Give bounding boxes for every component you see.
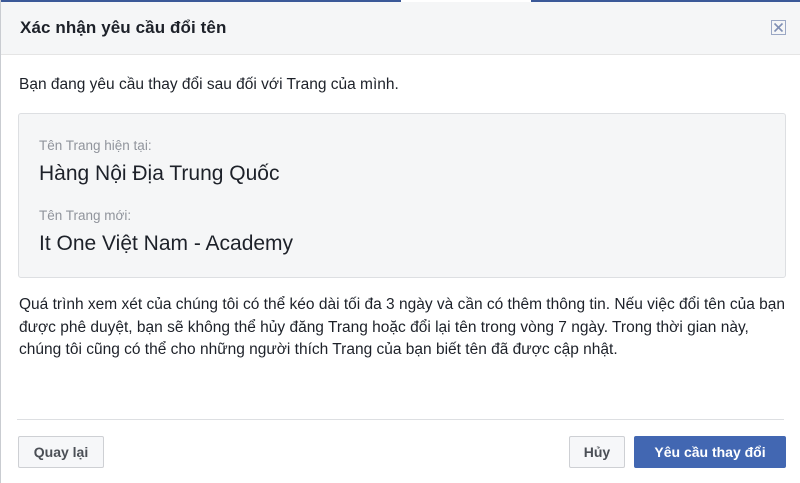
current-name-value: Hàng Nội Địa Trung Quốc — [39, 162, 280, 185]
close-button[interactable] — [771, 20, 786, 35]
footer-divider — [17, 419, 784, 420]
dialog-title: Xác nhận yêu cầu đổi tên — [20, 18, 227, 37]
intro-text: Bạn đang yêu cầu thay đổi sau đối với Tr… — [19, 76, 399, 93]
review-description: Quá trình xem xét của chúng tôi có thể k… — [19, 296, 786, 358]
name-change-summary: Tên Trang hiện tại: Hàng Nội Địa Trung Q… — [18, 113, 786, 278]
close-icon — [773, 22, 784, 33]
new-name-label: Tên Trang mới: — [39, 208, 132, 223]
rename-confirmation-dialog: Xác nhận yêu cầu đổi tên Bạn đang yêu cầ… — [0, 0, 800, 483]
new-name-value: It One Việt Nam - Academy — [39, 232, 294, 255]
dialog-header: Xác nhận yêu cầu đổi tên — [1, 2, 800, 55]
request-change-button[interactable]: Yêu cầu thay đổi — [634, 436, 786, 468]
current-name-label: Tên Trang hiện tại: — [39, 138, 152, 153]
cancel-button[interactable]: Hủy — [569, 436, 625, 468]
back-button[interactable]: Quay lại — [18, 436, 104, 468]
